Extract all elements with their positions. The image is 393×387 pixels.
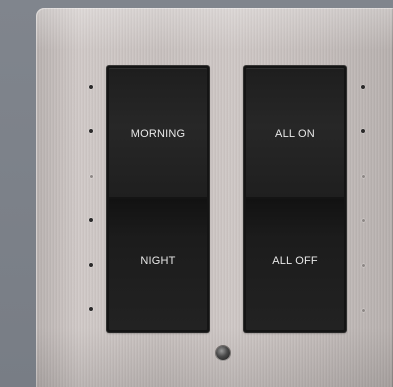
- led-left-3: [90, 175, 93, 178]
- all-on-button[interactable]: ALL ON: [246, 68, 344, 197]
- led-right-5: [362, 264, 365, 267]
- screw-icon: [216, 346, 230, 360]
- morning-button[interactable]: MORNING: [109, 68, 207, 197]
- led-left-5: [89, 263, 93, 267]
- led-right-3: [362, 175, 365, 178]
- all-off-button-label: ALL OFF: [272, 254, 318, 267]
- led-right-2: [361, 129, 365, 133]
- led-left-2: [89, 129, 93, 133]
- led-left-6: [89, 307, 93, 311]
- led-left-1: [89, 85, 93, 89]
- led-right-4: [362, 219, 365, 222]
- led-left-4: [89, 218, 93, 222]
- led-right-1: [361, 85, 365, 89]
- night-button-label: NIGHT: [140, 254, 176, 267]
- morning-button-label: MORNING: [130, 127, 186, 140]
- right-rocker-frame: ALL ON ALL OFF: [244, 66, 346, 332]
- left-rocker-frame: MORNING NIGHT: [107, 66, 209, 332]
- all-on-button-label: ALL ON: [275, 127, 315, 140]
- led-right-6: [362, 309, 365, 312]
- all-off-button[interactable]: ALL OFF: [246, 199, 344, 330]
- night-button[interactable]: NIGHT: [109, 199, 207, 330]
